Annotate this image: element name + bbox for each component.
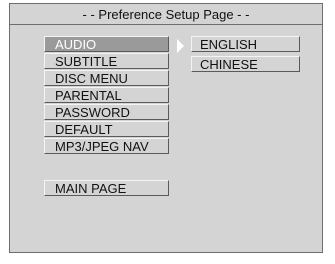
page-title: - - Preference Setup Page - - [10, 4, 322, 25]
menu-item-default[interactable]: DEFAULT [44, 121, 169, 137]
triangle-right-icon [177, 39, 184, 53]
option-english[interactable]: ENGLISH [191, 36, 300, 52]
menu-item-password[interactable]: PASSWORD [44, 104, 169, 120]
menu-item-audio[interactable]: AUDIO [44, 36, 169, 52]
main-page-button[interactable]: MAIN PAGE [44, 180, 169, 196]
preference-setup-panel: - - Preference Setup Page - - AUDIO SUBT… [9, 3, 323, 253]
osd-screen: - - Preference Setup Page - - AUDIO SUBT… [0, 0, 335, 264]
menu-item-parental[interactable]: PARENTAL [44, 87, 169, 103]
menu-item-subtitle[interactable]: SUBTITLE [44, 53, 169, 69]
menu-item-mp3-jpeg-nav[interactable]: MP3/JPEG NAV [44, 138, 169, 154]
option-chinese[interactable]: CHINESE [191, 56, 300, 72]
menu-item-disc-menu[interactable]: DISC MENU [44, 70, 169, 86]
